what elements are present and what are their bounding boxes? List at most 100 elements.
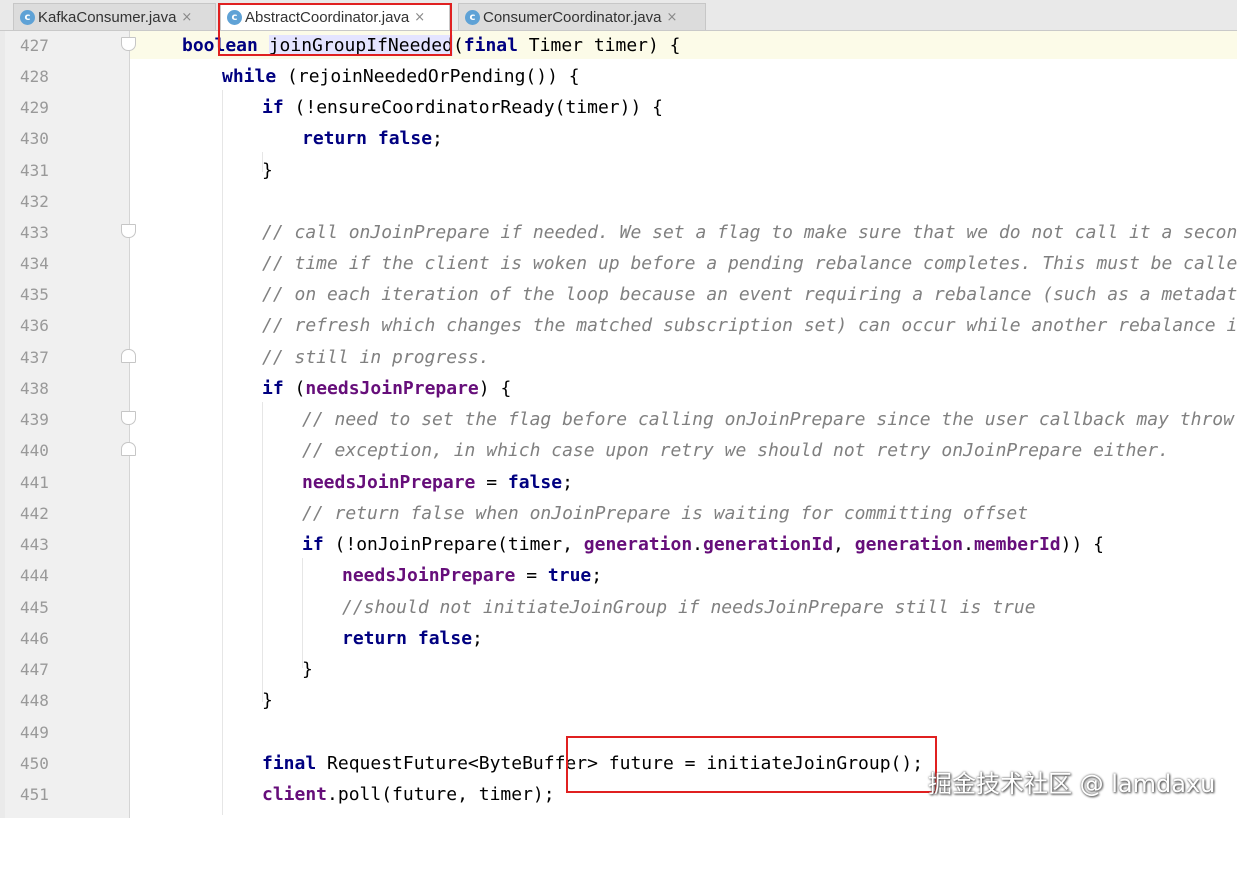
code-text: (: [452, 35, 464, 56]
code-text: ;: [562, 472, 573, 493]
code-line: 438 if (needsJoinPrepare) {: [0, 373, 1237, 404]
code-text: (!onJoinPrepare(timer,: [323, 534, 584, 555]
line-number: 435: [20, 285, 49, 304]
code-text: ;: [432, 128, 443, 149]
code-line: 445 //should not initiateJoinGroup if ne…: [0, 592, 1237, 623]
field-name: needsJoinPrepare: [342, 565, 516, 586]
tab-label: ConsumerCoordinator.java: [483, 8, 662, 26]
line-number: 428: [20, 67, 49, 86]
field-name: needsJoinPrepare: [302, 472, 476, 493]
comment: // on each iteration of the loop because…: [262, 284, 1237, 305]
field-name: generation: [854, 534, 964, 555]
line-number: 431: [20, 161, 49, 180]
field-name: memberId: [973, 534, 1061, 555]
tab-consumer-coordinator[interactable]: c ConsumerCoordinator.java ×: [458, 3, 706, 30]
keyword: final: [463, 35, 518, 56]
line-number: 437: [20, 348, 49, 367]
code-text: ,: [833, 534, 855, 555]
code-text: }: [302, 659, 313, 680]
code-line: 446 return false;: [0, 623, 1237, 654]
keyword: true: [547, 565, 592, 586]
code-line: 432: [0, 186, 1237, 217]
java-class-icon: c: [465, 9, 480, 25]
code-line: 443 if (!onJoinPrepare(timer, generation…: [0, 529, 1237, 560]
code-text: .: [692, 534, 703, 555]
code-line: 433 // call onJoinPrepare if needed. We …: [0, 217, 1237, 248]
field-name: generationId: [703, 534, 834, 555]
line-number: 444: [20, 566, 49, 585]
close-icon[interactable]: ×: [181, 10, 192, 25]
code-text: =: [515, 565, 548, 586]
code-line: 429 if (!ensureCoordinatorReady(timer)) …: [0, 92, 1237, 123]
comment: // return false when onJoinPrepare is wa…: [302, 503, 1029, 524]
line-number: 440: [20, 441, 49, 460]
comment: // call onJoinPrepare if needed. We set …: [262, 222, 1237, 243]
code-text: (!ensureCoordinatorReady(timer)) {: [283, 97, 663, 118]
comment: //should not initiateJoinGroup if needsJ…: [342, 597, 1036, 618]
highlight-box-future: [566, 736, 937, 793]
code-line: 442 // return false when onJoinPrepare i…: [0, 498, 1237, 529]
code-line: 436 // refresh which changes the matched…: [0, 310, 1237, 341]
keyword: return false: [342, 628, 473, 649]
code-line: 444 needsJoinPrepare = true;: [0, 560, 1237, 591]
field-name: generation: [583, 534, 693, 555]
line-number: 439: [20, 410, 49, 429]
code-text: Timer timer) {: [517, 35, 681, 56]
field-name: client: [262, 784, 328, 805]
code-text: .: [963, 534, 974, 555]
code-text: (: [283, 378, 306, 399]
code-line: 430 return false;: [0, 123, 1237, 154]
comment: // need to set the flag before calling o…: [302, 409, 1234, 430]
line-number: 430: [20, 129, 49, 148]
line-number: 441: [20, 473, 49, 492]
code-text: .poll(future, timer);: [327, 784, 555, 805]
line-number: 427: [20, 36, 49, 55]
line-number: 429: [20, 98, 49, 117]
line-number: 449: [20, 723, 49, 742]
code-text: )) {: [1060, 534, 1105, 555]
comment: // refresh which changes the matched sub…: [262, 315, 1237, 336]
keyword: if: [262, 378, 284, 399]
code-line: 437 // still in progress.: [0, 342, 1237, 373]
code-text: ;: [472, 628, 483, 649]
code-text: }: [262, 160, 273, 181]
fold-marker-icon[interactable]: [121, 37, 136, 51]
line-number: 447: [20, 660, 49, 679]
line-number: 450: [20, 754, 49, 773]
code-text: =: [475, 472, 508, 493]
line-number: 432: [20, 192, 49, 211]
line-number: 433: [20, 223, 49, 242]
field-name: needsJoinPrepare: [305, 378, 479, 399]
code-text: ;: [591, 565, 603, 586]
fold-marker-icon[interactable]: [121, 349, 136, 363]
keyword: false: [507, 472, 563, 493]
code-line: 435 // on each iteration of the loop bec…: [0, 279, 1237, 310]
editor-tab-bar: c KafkaConsumer.java × c AbstractCoordin…: [0, 0, 1237, 31]
close-icon[interactable]: ×: [666, 10, 677, 25]
fold-marker-icon[interactable]: [121, 411, 136, 425]
line-number: 448: [20, 691, 49, 710]
code-line: 428 while (rejoinNeededOrPending()) {: [0, 61, 1237, 92]
tab-kafka-consumer[interactable]: c KafkaConsumer.java ×: [13, 3, 216, 30]
highlight-box-tab-method: [218, 3, 452, 56]
fold-marker-icon[interactable]: [121, 224, 136, 238]
fold-marker-icon[interactable]: [121, 442, 136, 456]
code-text: (rejoinNeededOrPending()) {: [276, 66, 580, 87]
keyword: while: [222, 66, 277, 87]
code-text: ) {: [478, 378, 512, 399]
line-number: 436: [20, 316, 49, 335]
code-line: 440 // exception, in which case upon ret…: [0, 435, 1237, 466]
comment: // time if the client is woken up before…: [262, 253, 1237, 274]
line-number: 446: [20, 629, 49, 648]
watermark: 掘金技术社区 @ lamdaxu: [928, 770, 1216, 798]
line-number: 451: [20, 785, 49, 804]
line-number: 434: [20, 254, 49, 273]
code-line: 434 // time if the client is woken up be…: [0, 248, 1237, 279]
keyword: if: [302, 534, 324, 555]
code-line: 441 needsJoinPrepare = false;: [0, 467, 1237, 498]
line-number: 438: [20, 379, 49, 398]
line-number: 442: [20, 504, 49, 523]
code-line: 431 }: [0, 155, 1237, 186]
java-class-icon: c: [20, 9, 35, 25]
code-line: 427 boolean joinGroupIfNeeded(final Time…: [0, 30, 1237, 61]
